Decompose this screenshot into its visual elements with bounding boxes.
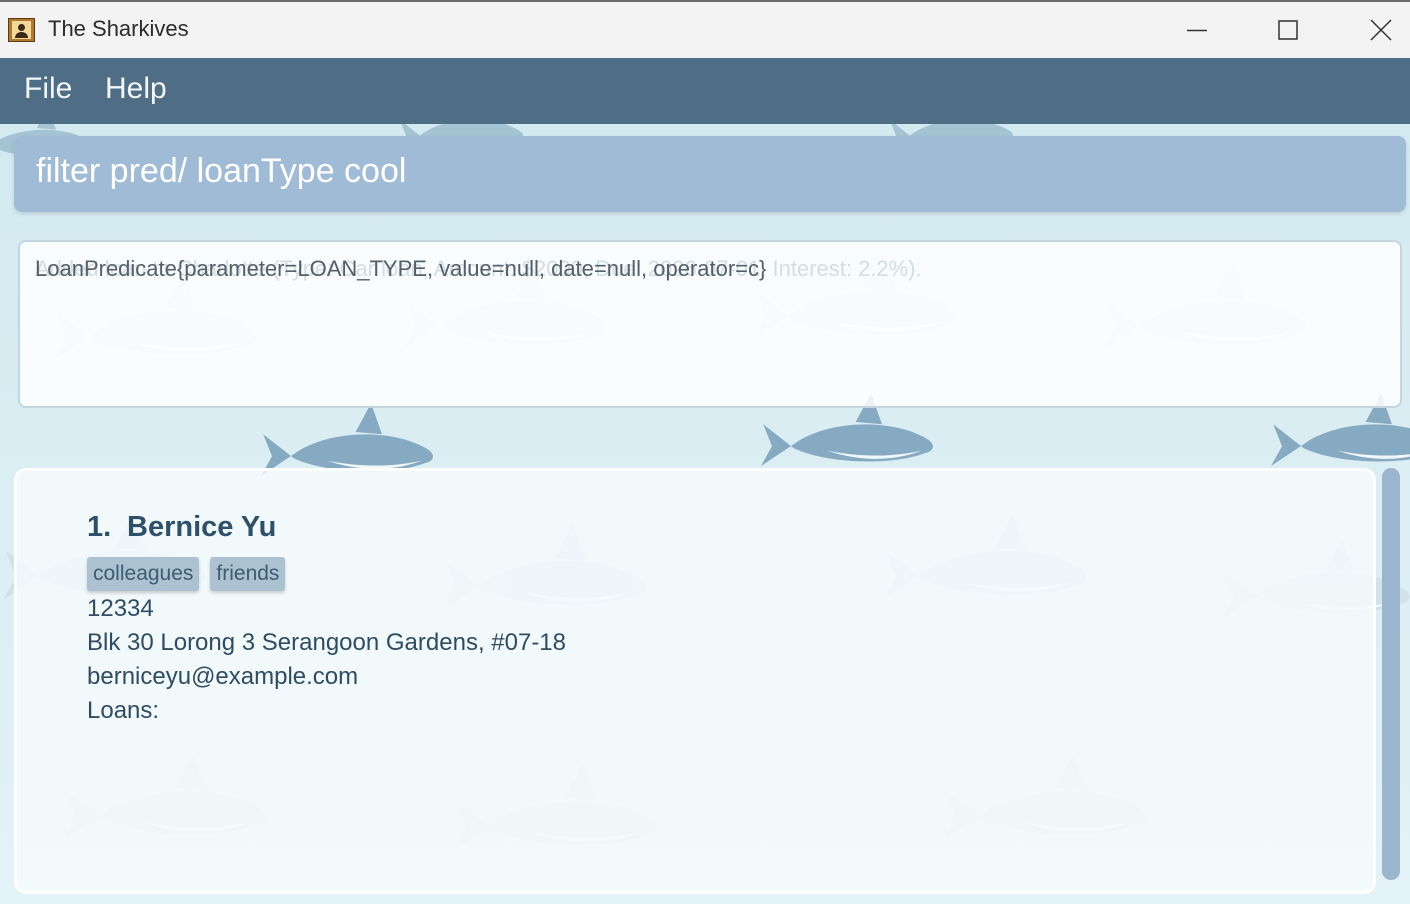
close-icon (1370, 19, 1392, 41)
minimize-button[interactable] (1177, 12, 1217, 48)
person-address: Blk 30 Lorong 3 Serangoon Gardens, #07-1… (87, 629, 567, 656)
scrollbar-thumb[interactable] (1382, 468, 1400, 880)
menu-help[interactable]: Help (105, 72, 167, 106)
result-text: LoanPredicate{parameter=LOAN_TYPE, value… (35, 256, 767, 281)
menu-bar: File Help (0, 58, 1410, 124)
command-input[interactable]: filter pred/ loanType cool (14, 136, 1406, 212)
person-index: 1. (87, 511, 112, 543)
person-tags: colleagues friends (87, 557, 296, 591)
minimize-icon (1187, 29, 1207, 32)
tag: colleagues (87, 557, 200, 591)
person-loans-label: Loans: (87, 697, 160, 724)
person-phone: 12334 (87, 595, 154, 622)
title-bar: The Sharkives (0, 0, 1410, 58)
window-title: The Sharkives (48, 16, 189, 41)
maximize-icon (1278, 20, 1298, 40)
person-list-panel: 1. Bernice Yu colleagues friends 12334 Bl… (14, 468, 1376, 894)
close-button[interactable] (1361, 12, 1401, 48)
maximize-button[interactable] (1268, 12, 1308, 48)
person-email: berniceyu@example.com (87, 663, 359, 690)
result-display[interactable]: Added loan to Charlotte (Type: Car loan,… (18, 240, 1402, 408)
shark-silhouette (261, 403, 433, 476)
menu-file[interactable]: File (24, 72, 72, 106)
list-scrollbar[interactable] (1380, 464, 1402, 904)
person-name: Bernice Yu (127, 511, 277, 543)
command-text: filter pred/ loanType cool (36, 152, 407, 190)
contact-book-icon (8, 18, 35, 42)
tag: friends (210, 557, 286, 591)
